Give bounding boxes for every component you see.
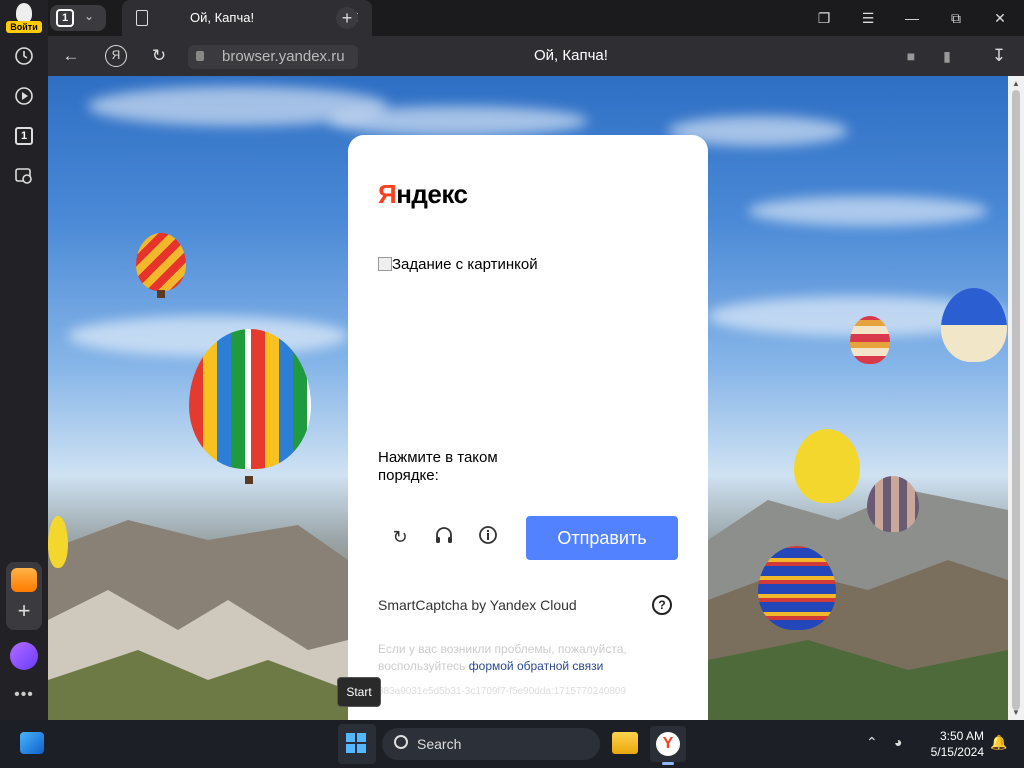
document-icon [136,10,148,26]
scroll-thumb[interactable] [1012,90,1020,710]
page-title: Ой, Капча! [534,47,608,64]
new-tab-button[interactable]: + [336,7,358,29]
url-text: browser.yandex.ru [222,48,345,65]
back-button[interactable]: ← [60,45,82,67]
feedback-note: Если у вас возникли проблемы, пожалуйста… [378,642,627,673]
login-label: Войти [6,21,42,33]
running-indicator [662,762,674,765]
balloon [189,329,311,469]
address-bar: ← Я ↻ browser.yandex.ru Ой, Капча! ■ ▮ ↧ [48,36,1024,76]
sidebar-services: + [6,562,42,630]
taskbar: Search Y ⌃ ◕ 3:50 AM 5/15/2024 🔔 [0,720,1024,768]
media-button[interactable] [8,80,40,112]
lock-icon [196,51,204,61]
close-window-button[interactable]: ✕ [990,8,1010,28]
help-icon[interactable]: ? [652,595,672,615]
taskbar-search[interactable]: Search [382,728,600,760]
smartcaptcha-brand: SmartCaptcha by Yandex Cloud [378,597,577,613]
browser-sidebar: Войти 1 + ••• [0,0,48,720]
refresh-icon[interactable]: ↻ [388,525,412,549]
clock-date: 5/15/2024 [930,745,984,759]
alice-assistant-icon[interactable] [10,642,38,670]
info-icon[interactable] [476,525,500,549]
system-clock[interactable]: 3:50 AM 5/15/2024 [922,728,984,760]
tab-count-badge: 1 [15,127,33,145]
history-button[interactable] [8,40,40,72]
minimize-button[interactable]: — [902,8,922,28]
play-icon [15,87,33,105]
tab-groups-button[interactable]: 1 ⌄ [50,5,106,31]
yandex-browser-taskbar-button[interactable]: Y [650,726,686,765]
start-tooltip: Start [337,677,381,707]
restore-button[interactable]: ⧉ [946,8,966,28]
user-icon [16,3,32,23]
image-alt-text: Задание с картинкой [392,256,538,273]
camera-icon [15,168,32,184]
search-icon [394,735,408,749]
reload-button[interactable]: ↻ [148,45,170,67]
chevron-up-icon[interactable]: ⌃ [866,734,878,751]
balloon [941,288,1007,362]
captcha-card: Яндекс Задание с картинкой Нажмите в так… [348,135,708,735]
mail-icon[interactable] [11,568,37,592]
bookmark-icon[interactable]: ▮ [936,45,958,67]
bookmarks-collections-icon[interactable]: ❐ [814,8,834,28]
chevron-down-icon: ⌄ [84,9,95,23]
request-id: 383a9031e5d5b31-3c1709f7-f5e90dda:171577… [378,686,627,697]
submit-button[interactable]: Отправить [526,516,678,560]
screenshot-button[interactable] [8,160,40,192]
balloon [48,516,68,568]
login-button[interactable]: Войти [6,3,42,33]
audio-headphones-icon[interactable] [432,525,456,549]
yandex-browser-icon: Y [656,732,680,756]
tab-count: 1 [56,9,74,27]
tabs-button[interactable]: 1 [8,120,40,152]
scroll-down-icon[interactable]: ▼ [1012,708,1020,717]
widgets-icon[interactable] [20,732,44,754]
download-icon[interactable]: ↧ [988,45,1010,67]
feedback-link[interactable]: формой обратной связи [469,659,604,673]
yandex-logo: Яндекс [378,179,468,209]
notifications-bell-icon[interactable]: 🔔 [990,734,1007,751]
active-tab[interactable]: Ой, Капча! ✕ [122,0,372,36]
menu-icon[interactable]: ☰ [858,8,878,28]
clock-icon [15,47,33,65]
captcha-task-image[interactable]: Задание с картинкой [378,256,678,437]
clock-time: 3:50 AM [939,729,984,743]
start-button[interactable] [338,724,376,764]
search-label: Search [417,736,462,752]
scroll-up-icon[interactable]: ▲ [1012,79,1020,88]
balloon [758,546,836,630]
comment-icon[interactable]: ■ [900,45,922,67]
page-scrollbar[interactable]: ▲ ▼ [1008,76,1024,720]
balloon [850,316,890,364]
balloon [794,429,860,503]
broken-image-icon [378,257,392,271]
balloon [136,233,186,291]
network-icon[interactable]: ◕ [894,734,902,750]
balloon [867,476,919,532]
yandex-home-button[interactable]: Я [105,45,127,67]
file-explorer-icon[interactable] [612,732,638,754]
captcha-instruction: Нажмите в таком порядке: [378,449,498,484]
more-icon[interactable]: ••• [10,686,38,703]
tab-title: Ой, Капча! [190,10,255,25]
url-field[interactable]: browser.yandex.ru [188,45,358,69]
tab-strip: 1 ⌄ Ой, Капча! ✕ + ❐ ☰ — ⧉ ✕ [48,0,1024,36]
add-service-button[interactable]: + [11,598,37,624]
